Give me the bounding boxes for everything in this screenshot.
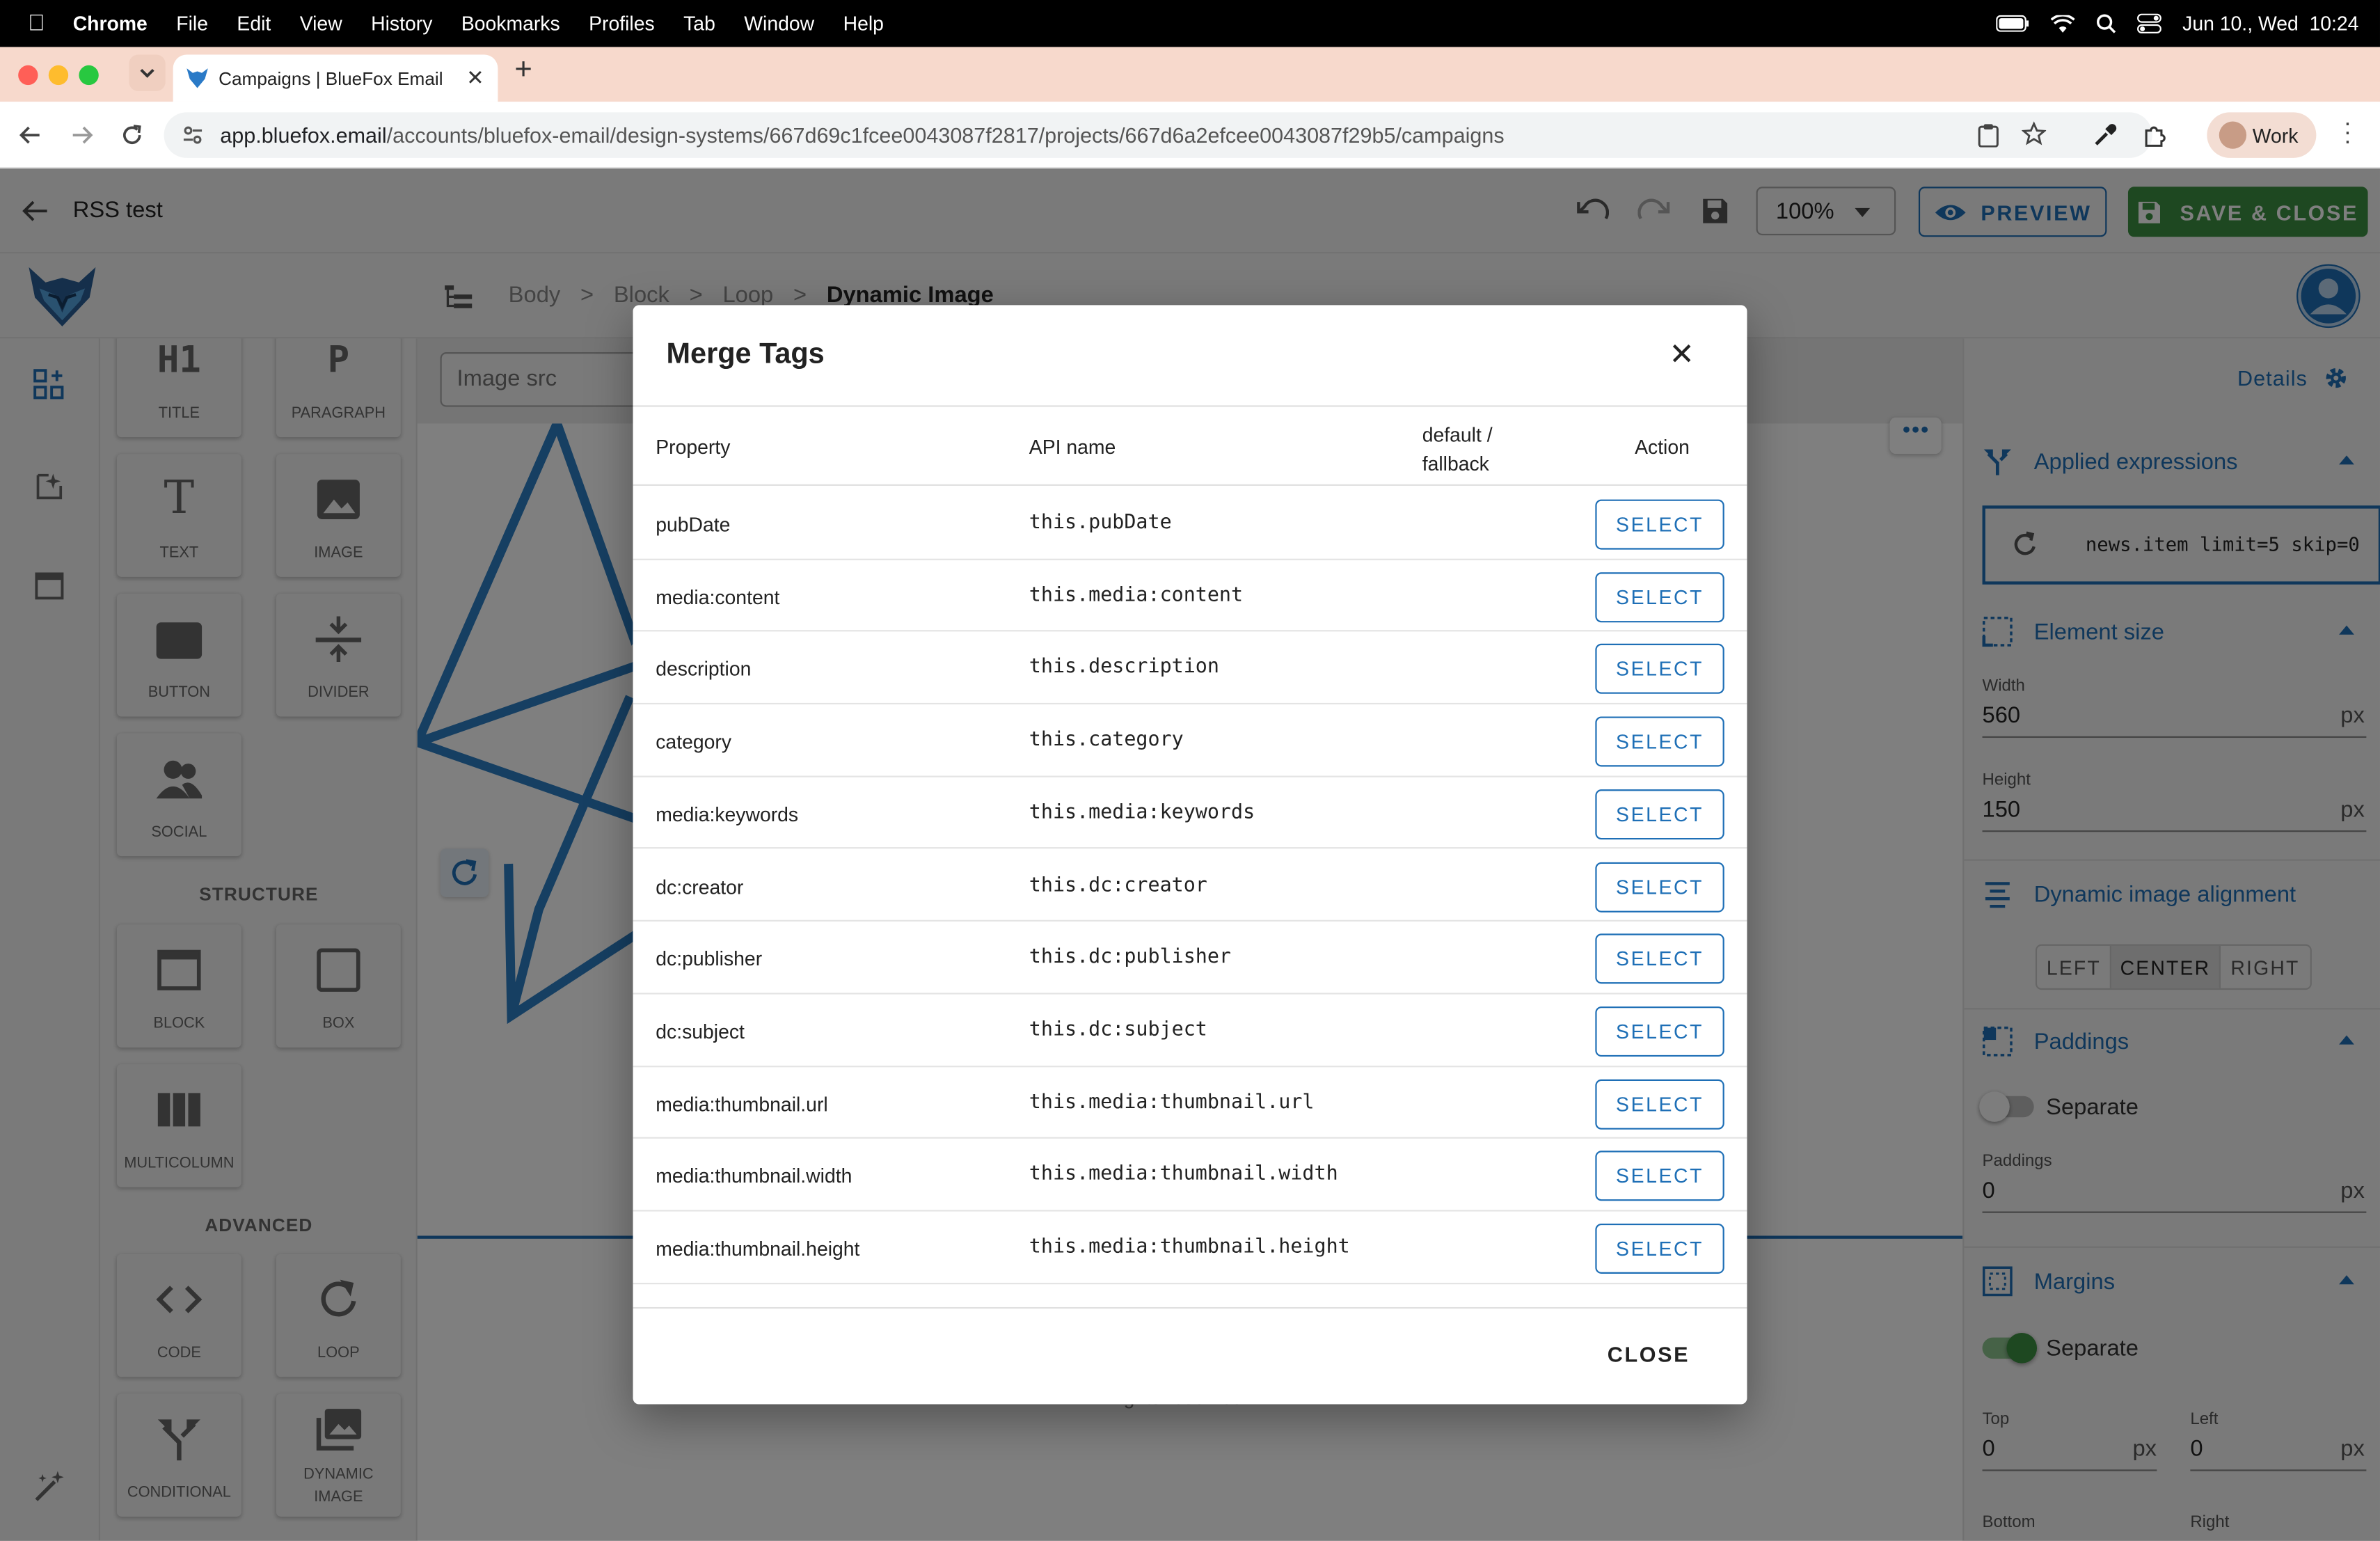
minimize-window-button[interactable]: [48, 65, 69, 86]
property-cell: media:thumbnail.url: [656, 1092, 828, 1116]
select-button[interactable]: SELECT: [1595, 861, 1724, 912]
macos-menu-bar:  Chrome File Edit View History Bookmark…: [0, 0, 2380, 47]
api-name-cell: this.category: [1029, 729, 1184, 752]
menu-profiles[interactable]: Profiles: [589, 12, 655, 35]
property-cell: media:keywords: [656, 803, 799, 826]
forward-icon[interactable]: [70, 123, 94, 148]
close-button[interactable]: CLOSE: [1608, 1342, 1690, 1366]
select-button[interactable]: SELECT: [1595, 789, 1724, 839]
property-cell: dc:creator: [656, 875, 744, 899]
chevron-down-icon: [140, 68, 154, 78]
reload-icon[interactable]: [120, 123, 144, 148]
select-button[interactable]: SELECT: [1595, 933, 1724, 984]
control-center-icon[interactable]: [2136, 13, 2161, 33]
column-api-name: API name: [1029, 435, 1116, 459]
table-row: media:thumbnail.url this.media:thumbnail…: [633, 1066, 1747, 1139]
column-default-fallback: default / fallback: [1422, 423, 1493, 475]
table-row: dc:creator this.dc:creator SELECT: [633, 849, 1747, 922]
dialog-title: Merge Tags: [666, 338, 825, 371]
table-row: category this.category SELECT: [633, 704, 1747, 777]
property-cell: description: [656, 658, 752, 681]
api-name-cell: this.media:thumbnail.url: [1029, 1091, 1315, 1114]
table-row: media:thumbnail.height this.media:thumbn…: [633, 1212, 1747, 1284]
table-row: media:content this.media:content SELECT: [633, 560, 1747, 633]
api-name-cell: this.dc:subject: [1029, 1018, 1207, 1042]
column-action: Action: [1635, 435, 1690, 459]
table-row: media:thumbnail.width this.media:thumbna…: [633, 1139, 1747, 1212]
property-cell: category: [656, 730, 732, 754]
profile-label: Work: [2252, 123, 2299, 147]
api-name-cell: this.dc:creator: [1029, 874, 1207, 896]
property-cell: pubDate: [656, 513, 731, 536]
clipboard-icon[interactable]: [1978, 123, 1999, 148]
select-button[interactable]: SELECT: [1595, 644, 1724, 695]
select-button[interactable]: SELECT: [1595, 499, 1724, 550]
menu-edit[interactable]: Edit: [237, 12, 271, 35]
select-button[interactable]: SELECT: [1595, 1223, 1724, 1274]
api-name-cell: this.pubDate: [1029, 512, 1172, 535]
select-button[interactable]: SELECT: [1595, 1151, 1724, 1201]
address-bar[interactable]: app.bluefox.email/accounts/bluefox-email…: [164, 112, 2152, 158]
close-icon[interactable]: ✕: [1662, 335, 1701, 375]
table-row: dc:subject this.dc:subject SELECT: [633, 994, 1747, 1067]
dialog-footer: CLOSE: [633, 1306, 1747, 1405]
tab-title: Campaigns | BlueFox Email: [219, 68, 443, 89]
property-cell: dc:publisher: [656, 947, 763, 971]
new-tab-button[interactable]: +: [514, 53, 532, 88]
api-name-cell: this.media:content: [1029, 584, 1244, 607]
select-button[interactable]: SELECT: [1595, 571, 1724, 622]
menu-bookmarks[interactable]: Bookmarks: [461, 12, 560, 35]
menu-chrome[interactable]: Chrome: [73, 12, 148, 35]
extensions-puzzle-icon[interactable]: [2143, 123, 2168, 148]
api-name-cell: this.media:thumbnail.width: [1029, 1163, 1338, 1187]
back-icon[interactable]: [18, 123, 42, 148]
select-button[interactable]: SELECT: [1595, 1006, 1724, 1057]
profile-chip[interactable]: Work: [2207, 112, 2317, 158]
spotlight-search-icon[interactable]: [2096, 14, 2116, 33]
merge-tags-dialog: Merge Tags ✕ Property API name default /…: [633, 305, 1747, 1405]
menu-view[interactable]: View: [300, 12, 342, 35]
menu-help[interactable]: Help: [843, 12, 884, 35]
property-cell: dc:subject: [656, 1020, 745, 1043]
profile-avatar: [2219, 121, 2247, 149]
table-row: media:keywords this.media:keywords SELEC…: [633, 777, 1747, 850]
select-button[interactable]: SELECT: [1595, 716, 1724, 767]
bookmark-star-icon[interactable]: [2022, 121, 2047, 145]
browser-tab-strip: Campaigns | BlueFox Email ✕ +: [0, 47, 2380, 102]
wifi-icon[interactable]: [2050, 14, 2075, 33]
api-name-cell: this.media:keywords: [1029, 801, 1255, 824]
table-row: description this.description SELECT: [633, 632, 1747, 705]
table-row: pubDate this.pubDate SELECT: [633, 487, 1747, 560]
menu-window[interactable]: Window: [744, 12, 814, 35]
browser-tab-active[interactable]: Campaigns | BlueFox Email ✕: [173, 54, 498, 102]
column-property: Property: [656, 435, 731, 459]
table-header: Property API name default / fallback Act…: [633, 405, 1747, 486]
browser-toolbar: app.bluefox.email/accounts/bluefox-email…: [0, 102, 2380, 169]
menu-tab[interactable]: Tab: [683, 12, 715, 35]
property-cell: media:thumbnail.width: [656, 1164, 852, 1188]
api-name-cell: this.dc:publisher: [1029, 946, 1232, 969]
api-name-cell: this.description: [1029, 656, 1219, 679]
close-window-button[interactable]: [18, 65, 38, 86]
select-button[interactable]: SELECT: [1595, 1078, 1724, 1129]
eyedropper-extension-icon[interactable]: [2093, 123, 2118, 148]
site-settings-icon[interactable]: [182, 125, 204, 146]
bluefox-favicon-icon: [187, 68, 208, 88]
close-tab-icon[interactable]: ✕: [466, 65, 484, 91]
api-name-cell: this.media:thumbnail.height: [1029, 1235, 1350, 1259]
property-cell: media:thumbnail.height: [656, 1237, 860, 1261]
property-cell: media:content: [656, 585, 780, 608]
url-host: app.bluefox.email: [220, 123, 387, 148]
zoom-window-button[interactable]: [79, 65, 99, 86]
table-row: dc:publisher this.dc:publisher SELECT: [633, 922, 1747, 995]
battery-icon[interactable]: [1995, 15, 2029, 32]
tab-search-button[interactable]: [129, 54, 166, 91]
url-path: /accounts/bluefox-email/design-systems/6…: [386, 123, 1505, 148]
apple-icon[interactable]: : [0, 10, 73, 36]
menu-history[interactable]: History: [371, 12, 432, 35]
clock[interactable]: Jun 10., Wed 10:24: [2182, 12, 2358, 35]
browser-menu-icon[interactable]: · · ·: [2344, 111, 2353, 154]
menu-file[interactable]: File: [176, 12, 208, 35]
